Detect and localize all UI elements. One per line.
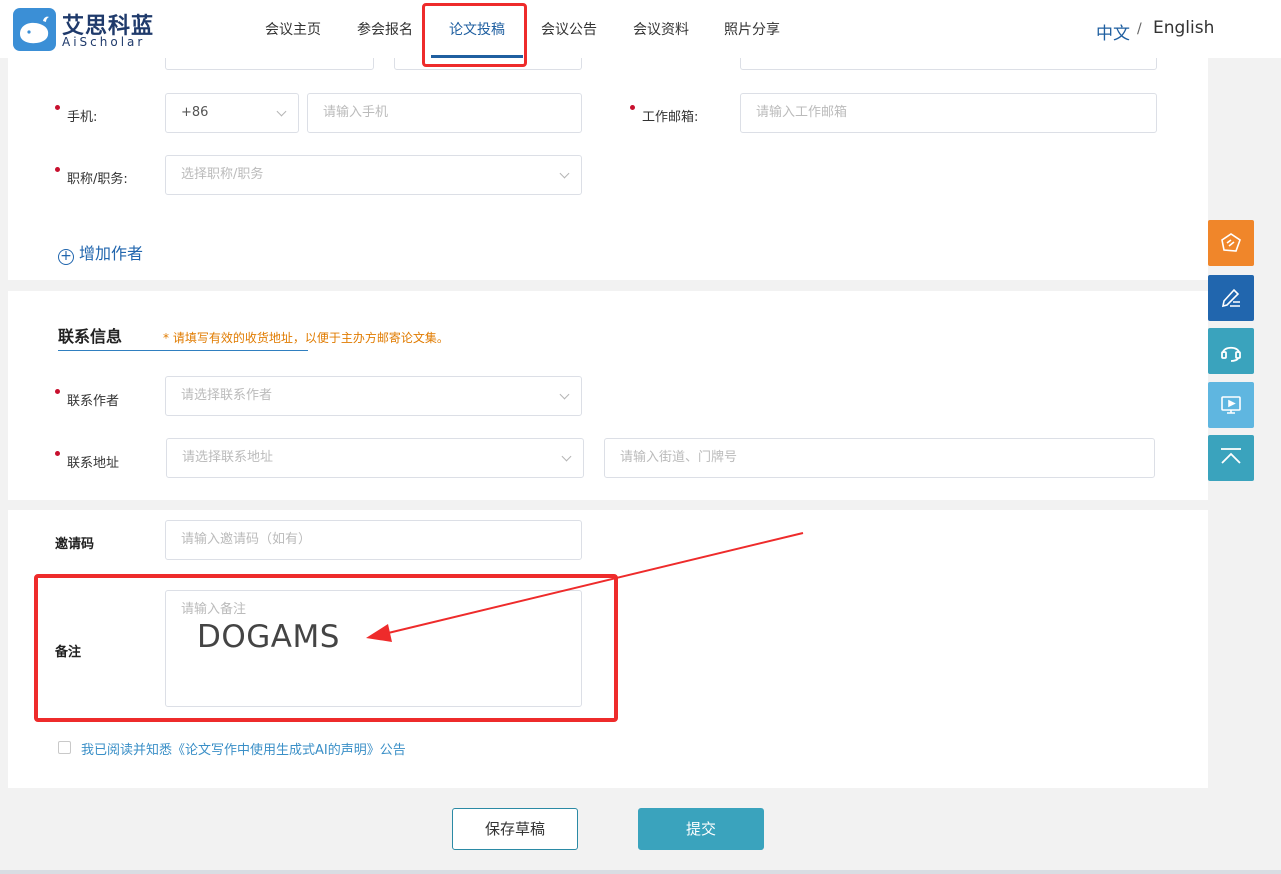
annotation-highlight-nav [422,3,527,67]
email-label: 工作邮箱: [642,110,699,125]
ticket-icon[interactable] [1208,220,1254,266]
save-draft-button[interactable]: 保存草稿 [452,808,578,850]
chevron-down-icon [559,168,570,179]
nav-home[interactable]: 会议主页 [265,19,321,39]
logo-whale-icon[interactable] [13,8,56,51]
invite-code-label: 邀请码 [55,537,95,552]
street-input[interactable]: 请输入街道、门牌号 [604,438,1155,478]
contact-author-placeholder: 请选择联系作者 [181,388,273,403]
phone-label: 手机: [67,110,98,125]
address-placeholder: 请选择联系地址 [182,450,274,465]
agree-statement-link[interactable]: 我已阅读并知悉《论文写作中使用生成式AI的声明》公告 [81,739,406,758]
add-author-label: 增加作者 [79,244,144,263]
required-marker [55,389,60,394]
logo-subtitle: AiScholar [62,35,146,49]
headset-icon[interactable] [1208,328,1254,374]
required-marker [55,105,60,110]
presentation-icon[interactable] [1208,382,1254,428]
back-to-top-icon[interactable] [1208,435,1254,481]
edit-icon[interactable] [1208,275,1254,321]
lang-english[interactable]: English [1153,18,1214,38]
nav-announcements[interactable]: 会议公告 [541,19,597,39]
address-select[interactable]: 请选择联系地址 [166,438,584,478]
agree-checkbox[interactable] [58,741,71,754]
required-marker [55,167,60,172]
submit-button[interactable]: 提交 [638,808,764,850]
phone-code-select[interactable]: +86 [165,93,299,133]
nav-photos[interactable]: 照片分享 [724,19,780,39]
nav-registration[interactable]: 参会报名 [357,19,413,39]
job-title-placeholder: 选择职称/职务 [181,167,264,182]
contact-section-title: 联系信息 [58,327,123,346]
add-author-button[interactable]: + 增加作者 [58,240,143,265]
chevron-down-icon [561,451,572,462]
job-title-label: 职称/职务: [67,172,128,187]
contact-author-select[interactable]: 请选择联系作者 [165,376,582,416]
nav-materials[interactable]: 会议资料 [633,19,689,39]
required-marker [55,451,60,456]
plus-circle-icon: + [58,249,74,265]
phone-code-value: +86 [181,105,209,120]
address-label: 联系地址 [67,456,120,471]
contact-author-label: 联系作者 [67,394,120,409]
section-underline [58,350,308,351]
contact-note: * 请填写有效的收货地址，以便于主办方邮寄论文集。 [163,331,449,345]
phone-input[interactable]: 请输入手机 [307,93,582,133]
annotation-highlight-remark [34,574,618,722]
lang-separator: / [1137,21,1142,37]
chevron-down-icon [559,389,570,400]
job-title-select[interactable]: 选择职称/职务 [165,155,582,195]
required-marker [630,105,635,110]
lang-chinese[interactable]: 中文 [1096,19,1130,44]
page-bottom-bar [0,870,1281,874]
invite-code-input[interactable]: 请输入邀请码（如有） [165,520,582,560]
email-input[interactable]: 请输入工作邮箱 [740,93,1157,133]
chevron-down-icon [276,106,287,117]
top-header: 艾思科蓝 AiScholar 会议主页 参会报名 论文投稿 会议公告 会议资料 … [0,0,1281,58]
